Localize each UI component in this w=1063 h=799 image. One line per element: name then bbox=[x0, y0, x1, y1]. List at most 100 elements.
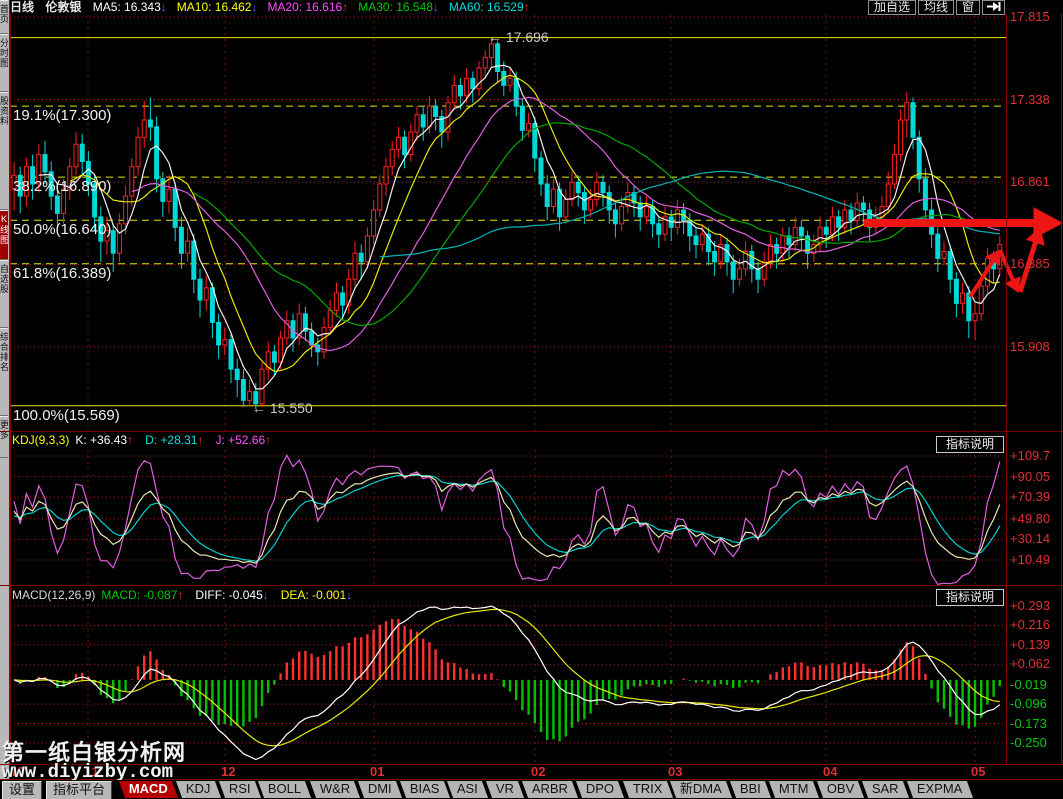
tab-mtm[interactable]: MTM bbox=[769, 781, 819, 798]
tab-boll[interactable]: BOLL bbox=[258, 781, 311, 798]
add-watchlist-button[interactable]: 加自选 bbox=[868, 0, 916, 15]
symbol-label: 伦敦银 bbox=[45, 0, 81, 14]
ma-value: MA30: 16.548↓ bbox=[358, 0, 439, 14]
sidebar-item-5[interactable]: 自选股 bbox=[0, 260, 8, 328]
swing-low-label: ← 15.550 bbox=[252, 401, 313, 416]
indicator-value-label: DEA: -0.001↓ bbox=[281, 588, 358, 602]
ma-value: MA10: 16.462↓ bbox=[177, 0, 258, 14]
tab-bbi[interactable]: BBI bbox=[730, 781, 771, 798]
up-arrow-icon: ↑ bbox=[265, 433, 271, 447]
month-label: 01 bbox=[370, 764, 384, 779]
month-label: 02 bbox=[531, 764, 545, 779]
tab-obv[interactable]: OBV bbox=[817, 781, 865, 798]
sidebar-item-6[interactable]: 综合排名 bbox=[0, 328, 8, 416]
indicator-value-label: J: +52.66↑ bbox=[215, 433, 277, 447]
axis-tick-label: -0.096 bbox=[1010, 696, 1062, 712]
indicator-tabs: MACDKDJRSIBOLLW&RDMIBIASASIVRARBRDPOTRIX… bbox=[122, 780, 973, 798]
tab-arbr[interactable]: ARBR bbox=[522, 781, 578, 798]
tab-sar[interactable]: SAR bbox=[862, 781, 909, 798]
ma-value: MA20: 16.616↑ bbox=[267, 0, 348, 14]
tab-rsi[interactable]: RSI bbox=[219, 781, 261, 798]
macd-indicator-help-button[interactable]: 指标说明 bbox=[936, 589, 1004, 606]
indicator-value-label: D: +28.31↑ bbox=[145, 433, 209, 447]
tab-trix[interactable]: TRIX bbox=[623, 781, 673, 798]
indicator-platform-button[interactable]: 指标平台 bbox=[46, 781, 112, 799]
axis-tick-label: -0.019 bbox=[1010, 677, 1062, 693]
down-arrow-icon: ↓ bbox=[263, 588, 269, 602]
up-arrow-icon: ↑ bbox=[177, 588, 183, 602]
ma-value: MA60: 16.529↑ bbox=[449, 0, 530, 14]
tab-新dma[interactable]: 新DMA bbox=[670, 781, 732, 798]
indicator-value-label: KDJ(9,3,3) bbox=[12, 433, 69, 447]
fibonacci-level-label: 38.2%(16.890) bbox=[13, 179, 111, 195]
month-label: 04 bbox=[823, 764, 837, 779]
up-arrow-icon: ↑ bbox=[197, 433, 203, 447]
left-rail: 首页分时图股资料K线图自选股综合排名更多 bbox=[0, 0, 10, 780]
tab-expma[interactable]: EXPMA bbox=[907, 781, 973, 798]
tab-dmi[interactable]: DMI bbox=[358, 781, 402, 798]
axis-tick-label: +10.49 bbox=[1010, 552, 1062, 568]
axis-tick-label: 16.861 bbox=[1010, 174, 1062, 190]
fibonacci-level-label: 50.0%(16.640) bbox=[13, 222, 111, 238]
macd-header: MACD(12,26,9)MACD: -0.087↑DIFF: -0.045↓D… bbox=[12, 588, 364, 603]
axis-tick-label: +30.14 bbox=[1010, 531, 1062, 547]
fibonacci-level-label: 19.1%(17.300) bbox=[13, 108, 111, 124]
month-label: 05 bbox=[971, 764, 985, 779]
panel-divider bbox=[0, 585, 1063, 586]
axis-tick-label: 16.385 bbox=[1010, 256, 1062, 272]
indicator-value-label: DIFF: -0.045↓ bbox=[195, 588, 274, 602]
down-arrow-icon: ↓ bbox=[346, 588, 352, 602]
axis-tick-label: +0.062 bbox=[1010, 656, 1062, 672]
axis-tick-label: -0.173 bbox=[1010, 716, 1062, 732]
kdj-header: KDJ(9,3,3) K: +36.43↑ D: +28.31↑ J: +52.66↑ bbox=[12, 433, 283, 448]
tab-vr[interactable]: VR bbox=[486, 781, 524, 798]
kdj-plot-area[interactable] bbox=[10, 450, 1006, 585]
month-label: 12 bbox=[221, 764, 235, 779]
trading-app-window: 首页分时图股资料K线图自选股综合排名更多 日线 伦敦银 MA5: 16.343↓… bbox=[0, 0, 1063, 799]
settings-button[interactable]: 设置 bbox=[2, 781, 42, 799]
main-chart-plot-area[interactable] bbox=[10, 15, 1006, 431]
title-bar: 日线 伦敦银 MA5: 16.343↓ MA10: 16.462↓ MA20: 16… bbox=[10, 0, 1063, 15]
up-arrow-icon: ↑ bbox=[342, 0, 348, 14]
axis-tick-label: +0.139 bbox=[1010, 637, 1062, 653]
axis-tick-label: +0.216 bbox=[1010, 617, 1062, 633]
axis-tick-label: +109.7 bbox=[1010, 448, 1062, 464]
tab-kdj[interactable]: KDJ bbox=[176, 781, 221, 798]
axis-tick-label: +0.293 bbox=[1010, 598, 1062, 614]
tab-asi[interactable]: ASI bbox=[447, 781, 488, 798]
down-arrow-icon: ↓ bbox=[251, 0, 257, 14]
axis-tick-label: -0.250 bbox=[1010, 735, 1062, 751]
tab-dpo[interactable]: DPO bbox=[576, 781, 624, 798]
axis-tick-label: 15.908 bbox=[1010, 339, 1062, 355]
ma-lines-button[interactable]: 均线 bbox=[918, 0, 954, 15]
tab-macd[interactable]: MACD bbox=[119, 781, 178, 798]
axis-tick-label: 17.815 bbox=[1010, 9, 1062, 25]
sidebar-item-3[interactable]: 股资料 bbox=[0, 92, 8, 210]
month-label: 03 bbox=[668, 764, 682, 779]
up-arrow-icon: ↑ bbox=[524, 0, 530, 14]
sidebar-item-4[interactable]: K线图 bbox=[0, 210, 8, 260]
tab-bias[interactable]: BIAS bbox=[400, 781, 450, 798]
kdj-indicator-help-button[interactable]: 指标说明 bbox=[936, 436, 1004, 453]
fibonacci-level-label: 100.0%(15.569) bbox=[13, 408, 120, 424]
down-arrow-icon: ↓ bbox=[161, 0, 167, 14]
plot-left-border bbox=[10, 14, 11, 764]
window-button[interactable]: 窗 bbox=[956, 0, 980, 15]
axis-tick-label: +70.39 bbox=[1010, 489, 1062, 505]
ma-value: MA5: 16.343↓ bbox=[93, 0, 167, 14]
next-panel-arrow-icon[interactable] bbox=[982, 0, 1005, 15]
axis-tick-label: +90.05 bbox=[1010, 469, 1062, 485]
ma-values: MA5: 16.343↓ MA10: 16.462↓ MA20: 16.616↑ MA… bbox=[93, 0, 540, 14]
plot-right-border bbox=[1006, 14, 1007, 764]
indicator-value-label: K: +36.43↑ bbox=[75, 433, 139, 447]
up-arrow-icon: ↑ bbox=[127, 433, 133, 447]
down-arrow-icon: ↓ bbox=[433, 0, 439, 14]
sidebar-item-7[interactable]: 更多 bbox=[0, 416, 8, 458]
sidebar-item-2[interactable]: 分时图 bbox=[0, 34, 8, 92]
period-label: 日线 bbox=[10, 0, 34, 14]
indicator-tab-bar: 设置 指标平台 MACDKDJRSIBOLLW&RDMIBIASASIVRARB… bbox=[0, 780, 1063, 799]
tab-w&r[interactable]: W&R bbox=[309, 781, 360, 798]
indicator-value-label: MACD(12,26,9) bbox=[12, 588, 95, 602]
panel-divider bbox=[0, 431, 1063, 432]
sidebar-item-1[interactable]: 首页 bbox=[0, 0, 8, 34]
